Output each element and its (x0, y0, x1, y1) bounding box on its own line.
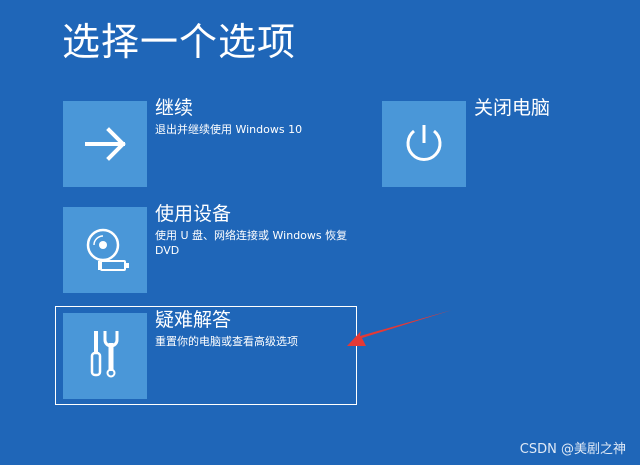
option-use-device[interactable]: 使用设备 使用 U 盘、网络连接或 Windows 恢复 DVD (63, 203, 363, 293)
selection-highlight (55, 306, 357, 405)
option-continue[interactable]: 继续 退出并继续使用 Windows 10 (63, 97, 363, 187)
continue-tile[interactable] (63, 101, 147, 187)
use-device-tile[interactable] (63, 207, 147, 293)
turn-off-tile[interactable] (382, 101, 466, 187)
disc-usb-icon (86, 228, 129, 271)
option-turn-off[interactable]: 关闭电脑 (382, 97, 612, 187)
use-device-title: 使用设备 (155, 203, 232, 225)
watermark: CSDN @美剧之神 (519, 442, 626, 457)
power-icon (406, 125, 442, 161)
continue-title: 继续 (155, 97, 194, 119)
page-title: 选择一个选项 (62, 20, 297, 64)
turn-off-title: 关闭电脑 (474, 97, 551, 119)
use-device-description: 使用 U 盘、网络连接或 Windows 恢复 DVD (155, 229, 348, 257)
arrow-right-icon (85, 127, 126, 161)
continue-description: 退出并继续使用 Windows 10 (155, 123, 303, 136)
